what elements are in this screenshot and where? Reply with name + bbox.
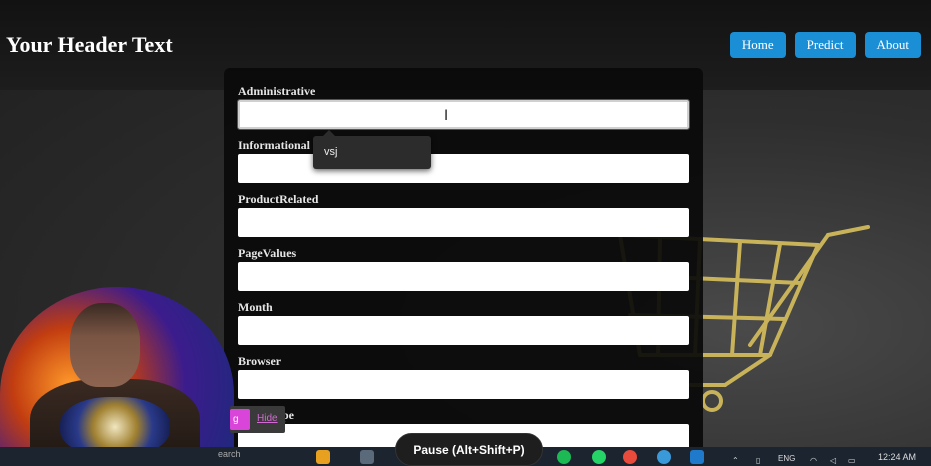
field-label: ProductRelated	[238, 192, 319, 206]
field-label: Informational	[238, 138, 310, 152]
autocomplete-dropdown: vsj	[313, 130, 431, 169]
hide-share-button[interactable]: Hide	[257, 413, 278, 424]
taskbar-search[interactable]: earch	[218, 449, 241, 459]
edge-icon[interactable]	[657, 450, 671, 464]
volume-icon[interactable]: ◁	[830, 456, 836, 465]
field-month: Month	[238, 300, 689, 345]
spotify-icon[interactable]	[557, 450, 571, 464]
pause-recording-button[interactable]: Pause (Alt+Shift+P)	[395, 433, 543, 466]
screen-share-bar: g Hide	[230, 406, 285, 433]
app-icon[interactable]	[360, 450, 374, 464]
field-pagevalues: PageValues	[238, 246, 689, 291]
vscode-icon[interactable]	[690, 450, 704, 464]
pagevalues-input[interactable]	[238, 262, 689, 291]
field-label: PageValues	[238, 246, 297, 260]
informational-input[interactable]	[238, 154, 689, 183]
chevron-up-icon[interactable]: ⌃	[732, 456, 739, 465]
share-indicator-icon: g	[230, 409, 250, 430]
month-input[interactable]	[238, 316, 689, 345]
field-label: Month	[238, 300, 273, 314]
file-explorer-icon[interactable]	[316, 450, 330, 464]
browser-input[interactable]	[238, 370, 689, 399]
administrative-input[interactable]	[237, 99, 690, 130]
field-administrative: Administrative	[237, 84, 690, 130]
clock[interactable]: 12:24 AM	[878, 452, 916, 462]
nav-home-button[interactable]: Home	[729, 32, 786, 58]
field-label: Administrative	[238, 84, 316, 98]
field-productrelated: ProductRelated	[238, 192, 689, 237]
main-nav: Home Predict About	[729, 32, 921, 58]
language-indicator[interactable]: ENG	[778, 454, 795, 463]
field-browser: Browser	[238, 354, 689, 399]
battery-status-icon[interactable]: ▭	[848, 456, 856, 465]
field-informational: Informational	[238, 138, 689, 183]
person-head	[70, 303, 140, 387]
nav-about-button[interactable]: About	[864, 32, 921, 58]
productrelated-input[interactable]	[238, 208, 689, 237]
autocomplete-suggestion[interactable]: vsj	[324, 146, 337, 158]
header-title: Your Header Text	[6, 32, 173, 57]
battery-icon: ▯	[756, 456, 761, 465]
text-cursor-icon: I	[444, 108, 449, 124]
whatsapp-icon[interactable]	[592, 450, 606, 464]
chrome-icon[interactable]	[623, 450, 637, 464]
nav-predict-button[interactable]: Predict	[794, 32, 856, 58]
field-label: Browser	[238, 354, 282, 368]
wifi-icon[interactable]: ◠	[810, 456, 817, 465]
